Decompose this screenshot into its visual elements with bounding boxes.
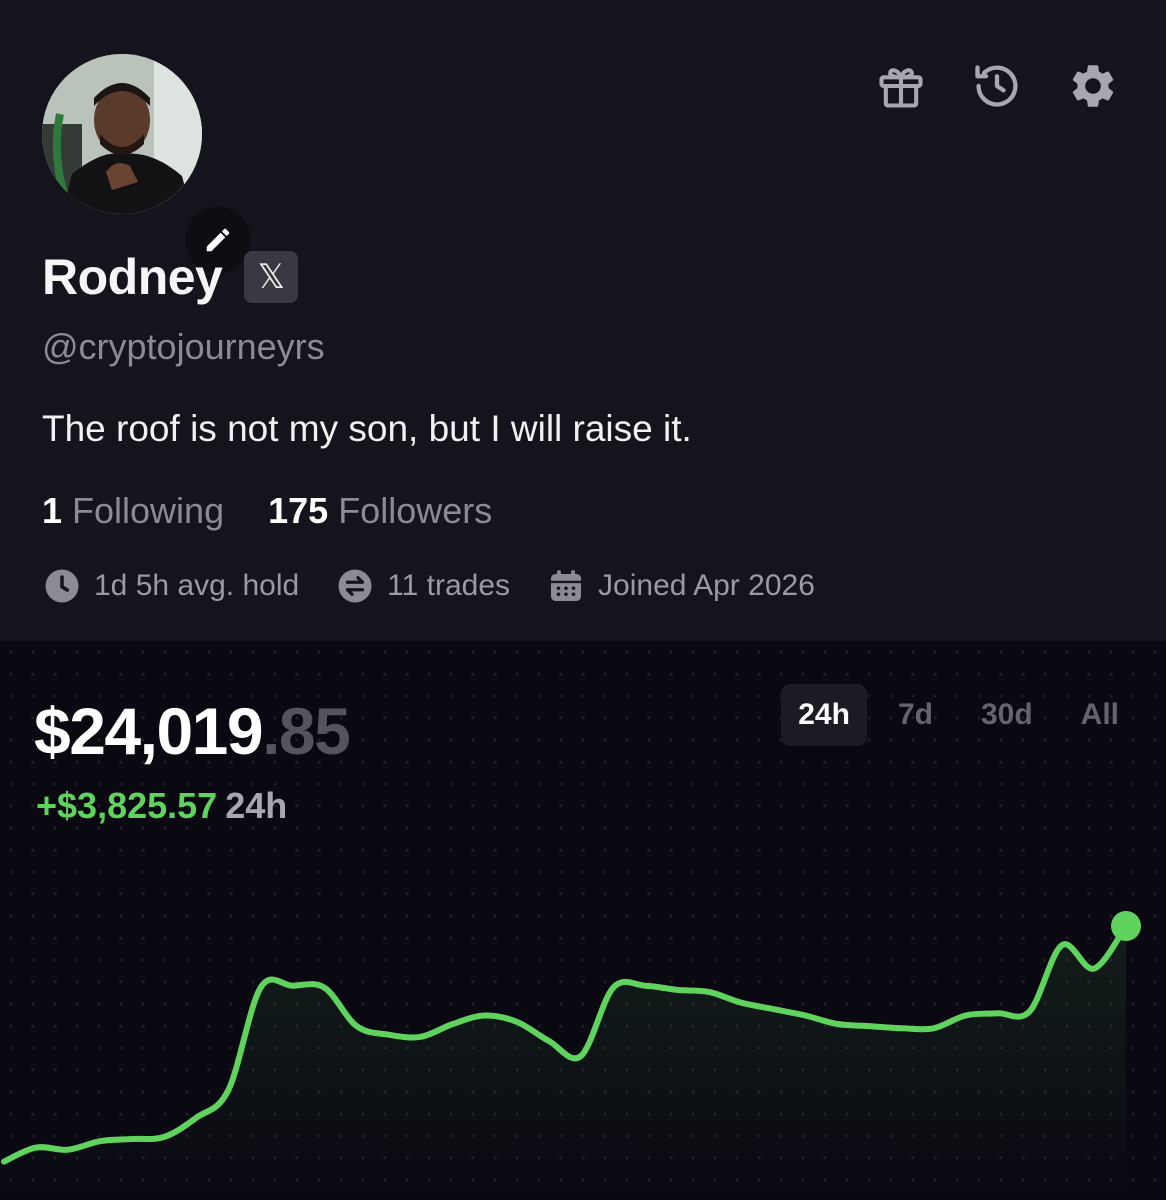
clock-icon <box>45 569 79 603</box>
trades-text: 11 trades <box>387 569 511 602</box>
pnl-change: +$3,825.57 24h <box>36 785 287 827</box>
range-tab-24h[interactable]: 24h <box>781 684 867 746</box>
pnl-amount: +$3,825.57 <box>36 785 218 826</box>
bio-text: The roof is not my son, but I will raise… <box>42 408 692 449</box>
follow-stats: 1 Following 175 Followers <box>42 490 492 532</box>
trades-stat: 11 trades <box>337 568 510 604</box>
gift-icon <box>879 68 923 108</box>
range-tab-all[interactable]: All <box>1064 684 1136 746</box>
header-actions <box>874 58 1120 114</box>
following-label: Following <box>72 490 225 531</box>
range-tab-30d[interactable]: 30d <box>964 684 1050 746</box>
calendar-icon <box>551 570 582 601</box>
x-logo-icon[interactable]: 𝕏 <box>244 251 299 303</box>
following-link[interactable]: 1 Following <box>42 490 224 532</box>
swap-icon <box>338 569 372 603</box>
chart-current-point[interactable] <box>1111 911 1141 941</box>
following-count: 1 <box>42 490 63 531</box>
avatar[interactable] <box>42 54 202 214</box>
gear-icon <box>1072 65 1114 107</box>
avg-hold-text: 1d 5h avg. hold <box>94 569 300 602</box>
settings-button[interactable] <box>1066 58 1120 114</box>
followers-label: Followers <box>338 490 493 531</box>
display-name: Rodney <box>42 249 223 305</box>
time-range-selector: 24h 7d 30d All <box>767 684 1136 746</box>
followers-link[interactable]: 175 Followers <box>268 490 492 532</box>
history-icon <box>975 65 1018 107</box>
profile-section: Rodney 𝕏 @cryptojourneyrs The roof is no… <box>0 0 1166 641</box>
balance-cents: .85 <box>262 694 351 768</box>
followers-count: 175 <box>268 490 329 531</box>
gift-button[interactable] <box>874 58 928 114</box>
avatar-container <box>42 54 254 276</box>
chart-area-fill <box>4 926 1126 1200</box>
joined-text: Joined Apr 2026 <box>598 569 815 602</box>
name-row: Rodney 𝕏 <box>42 248 299 306</box>
balance-dollars: $24,019 <box>34 694 264 768</box>
joined-stat: Joined Apr 2026 <box>548 568 815 604</box>
history-button[interactable] <box>970 58 1024 114</box>
portfolio-balance: $24,019.85 <box>34 693 351 769</box>
avg-hold-stat: 1d 5h avg. hold <box>44 568 299 604</box>
portfolio-section: $24,019.85 +$3,825.57 24h 24h 7d 30d All <box>0 641 1166 1200</box>
range-tab-7d[interactable]: 7d <box>881 684 950 746</box>
avatar-portrait-image <box>42 54 202 214</box>
pnl-period: 24h <box>225 785 288 826</box>
username-handle: @cryptojourneyrs <box>42 326 325 367</box>
portfolio-line-chart <box>1 911 1141 1200</box>
profile-meta: 1d 5h avg. hold 11 trades Joined Apr 202… <box>44 568 815 604</box>
